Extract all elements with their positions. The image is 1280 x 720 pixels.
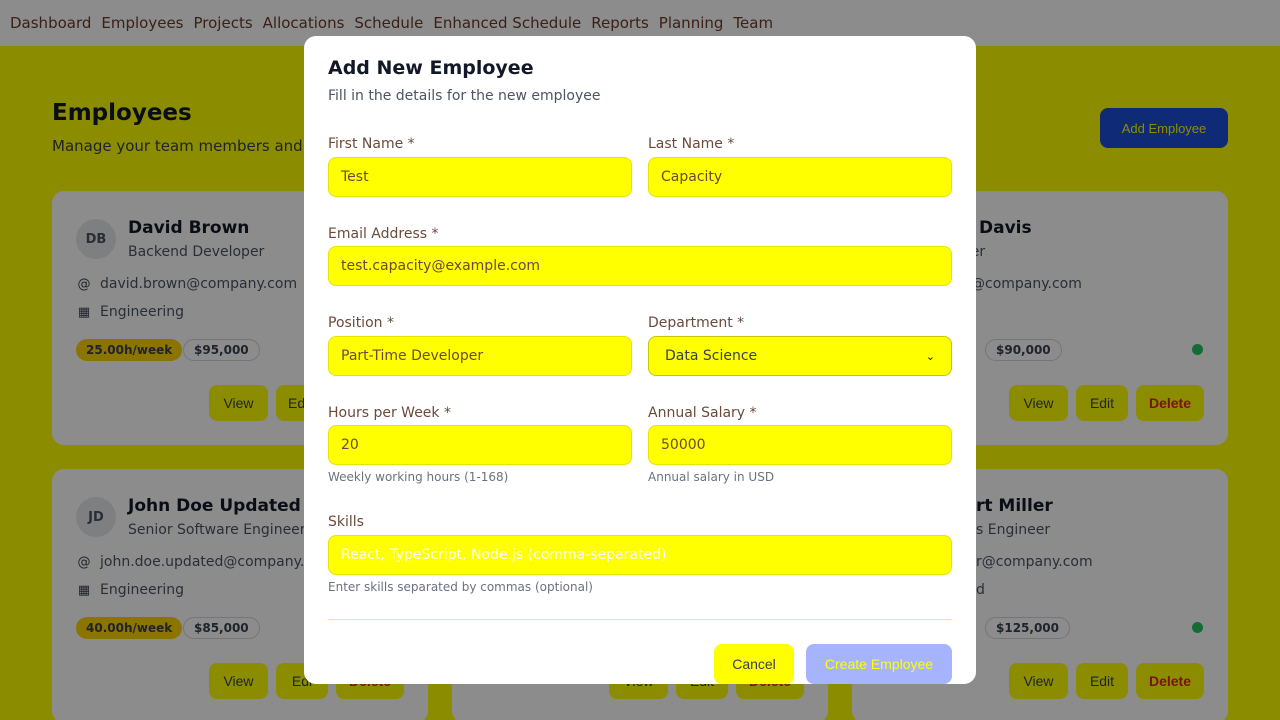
- skills-input[interactable]: React, TypeScript, Node.js (comma-separa…: [328, 535, 952, 575]
- position-label: Position *: [328, 315, 394, 331]
- skills-label: Skills: [328, 514, 364, 530]
- department-label: Department *: [648, 315, 745, 331]
- salary-hint: Annual salary in USD: [648, 470, 775, 484]
- cancel-button[interactable]: Cancel: [714, 644, 794, 684]
- hours-label: Hours per Week *: [328, 405, 451, 421]
- dialog-subtitle: Fill in the details for the new employee: [328, 88, 601, 104]
- department-select[interactable]: Data Science ⌄: [648, 336, 952, 376]
- hours-hint: Weekly working hours (1-168): [328, 470, 509, 484]
- skills-hint: Enter skills separated by commas (option…: [328, 580, 593, 594]
- chevron-down-icon: ⌄: [925, 349, 935, 363]
- email-label: Email Address *: [328, 226, 439, 242]
- first-name-label: First Name *: [328, 136, 415, 152]
- dialog-title: Add New Employee: [328, 57, 534, 79]
- first-name-input[interactable]: Test: [328, 157, 632, 197]
- hours-input[interactable]: 20: [328, 425, 632, 465]
- create-employee-button[interactable]: Create Employee: [806, 644, 952, 684]
- email-input[interactable]: test.capacity@example.com: [328, 246, 952, 286]
- divider: [328, 619, 952, 620]
- last-name-label: Last Name *: [648, 136, 735, 152]
- position-input[interactable]: Part-Time Developer: [328, 336, 632, 376]
- department-select-value: Data Science: [665, 348, 758, 364]
- add-employee-dialog: Add New Employee Fill in the details for…: [304, 36, 976, 684]
- last-name-input[interactable]: Capacity: [648, 157, 952, 197]
- salary-input[interactable]: 50000: [648, 425, 952, 465]
- salary-label: Annual Salary *: [648, 405, 757, 421]
